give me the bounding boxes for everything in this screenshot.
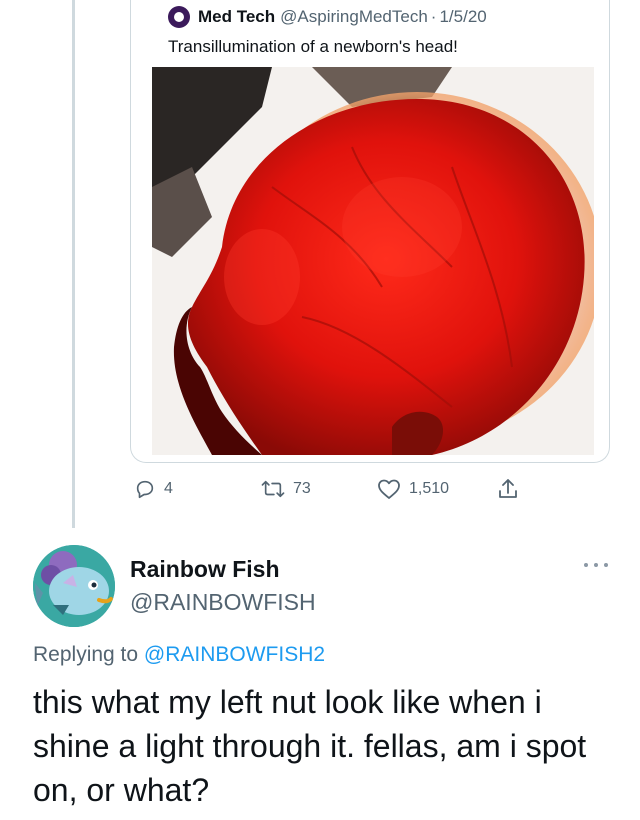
share-icon	[499, 479, 517, 498]
quoted-tweet-media[interactable]	[152, 67, 594, 455]
quoted-author-name[interactable]: Med Tech	[198, 7, 275, 27]
replying-prefix: Replying to	[33, 643, 139, 666]
thread-connector-line	[72, 0, 75, 528]
reply-author-handle[interactable]: @RAINBOWFISH	[130, 589, 316, 616]
like-count: 1,510	[409, 480, 450, 497]
retweet-count: 73	[293, 480, 311, 497]
quoted-tweet-header: Med Tech @AspiringMedTech · 1/5/20	[168, 6, 487, 28]
more-options-icon[interactable]	[584, 557, 608, 573]
newborn-head-transillumination-photo	[152, 67, 594, 455]
like-action[interactable]: 1,510	[377, 476, 449, 502]
replying-to-line: Replying to @RAINBOWFISH2	[33, 643, 325, 667]
like-icon	[378, 479, 400, 499]
reply-action[interactable]: 4	[134, 476, 173, 502]
rainbow-fish-icon	[33, 545, 115, 627]
reply-count: 4	[164, 480, 173, 497]
share-action[interactable]	[497, 476, 527, 502]
retweet-icon	[261, 480, 285, 498]
reply-tweet-text: this what my left nut look like when i s…	[33, 684, 587, 808]
quoted-tweet-date[interactable]: 1/5/20	[439, 7, 486, 27]
reply-author-name[interactable]: Rainbow Fish	[130, 556, 280, 583]
quoted-meta-separator: ·	[430, 7, 437, 26]
tweet-action-bar: 4 73 1,510	[0, 476, 640, 502]
quoted-author-handle[interactable]: @AspiringMedTech	[280, 7, 428, 27]
retweet-action[interactable]: 73	[261, 476, 311, 502]
reply-author-avatar[interactable]	[33, 545, 115, 627]
replying-to-link[interactable]: @RAINBOWFISH2	[144, 643, 325, 666]
reply-icon	[136, 480, 154, 499]
quoted-author-avatar[interactable]	[168, 6, 190, 28]
quoted-tweet-text: Transillumination of a newborn's head!	[168, 37, 458, 56]
